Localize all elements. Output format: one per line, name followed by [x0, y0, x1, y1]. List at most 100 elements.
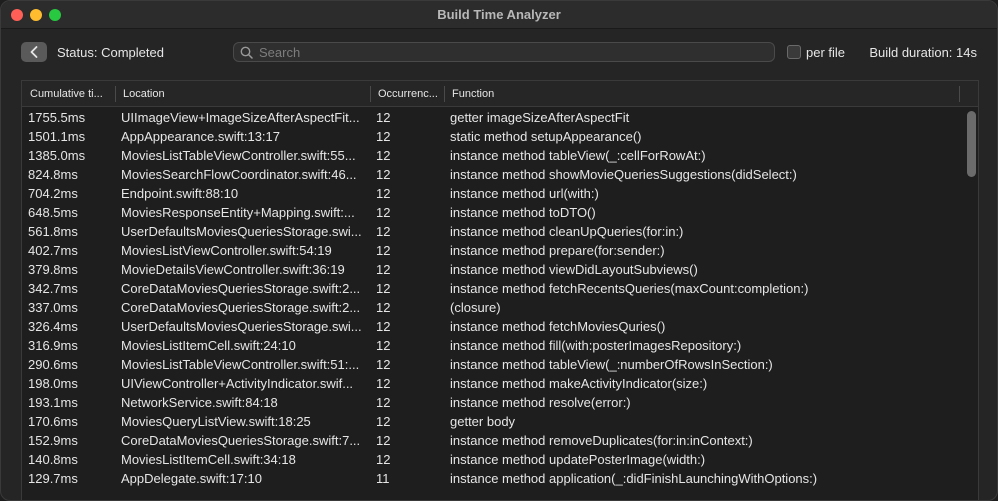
location-cell: CoreDataMoviesQueriesStorage.swift:7...: [121, 433, 361, 448]
column-header-occurrences[interactable]: Occurrenc...: [370, 81, 444, 107]
function-cell: instance method application(_:didFinishL…: [450, 471, 818, 486]
cumulative-time-cell: 129.7ms: [28, 471, 78, 486]
table-row[interactable]: 1385.0ms MoviesListTableViewController.sw…: [22, 146, 962, 165]
location-cell: CoreDataMoviesQueriesStorage.swift:2...: [121, 300, 361, 315]
occurrences-cell: 12: [376, 414, 391, 429]
back-button[interactable]: [21, 42, 47, 62]
cumulative-time-cell: 1501.1ms: [28, 129, 86, 144]
column-divider[interactable]: [959, 86, 960, 102]
cumulative-time-cell: 379.8ms: [28, 262, 78, 277]
occurrences-cell: 12: [376, 224, 391, 239]
column-header-function[interactable]: Function: [444, 81, 959, 107]
chevron-left-icon: [30, 46, 38, 58]
occurrences-cell: 12: [376, 110, 391, 125]
location-cell: MoviesListItemCell.swift:34:18: [121, 452, 296, 467]
search-input[interactable]: [259, 43, 769, 61]
column-header-cumulative-time[interactable]: Cumulative ti...: [22, 81, 115, 107]
location-cell: MovieDetailsViewController.swift:36:19: [121, 262, 345, 277]
function-cell: instance method prepare(for:sender:): [450, 243, 665, 258]
status-label: Status: Completed: [57, 45, 164, 60]
location-cell: CoreDataMoviesQueriesStorage.swift:2...: [121, 281, 361, 296]
cumulative-time-cell: 170.6ms: [28, 414, 78, 429]
occurrences-cell: 12: [376, 452, 391, 467]
app-window: Build Time Analyzer Status: Completed pe…: [0, 0, 998, 501]
table-row[interactable]: 170.6ms MoviesQueryListView.swift:18:25 12…: [22, 412, 962, 431]
location-cell: UIImageView+ImageSizeAfterAspectFit...: [121, 110, 360, 125]
table-row[interactable]: 129.7ms AppDelegate.swift:17:10 11 instance…: [22, 469, 962, 488]
cumulative-time-cell: 561.8ms: [28, 224, 78, 239]
occurrences-cell: 12: [376, 395, 391, 410]
cumulative-time-cell: 648.5ms: [28, 205, 78, 220]
magnifier-icon: [240, 46, 253, 59]
results-table: Cumulative ti... Location Occurrenc... F…: [21, 80, 979, 500]
table-row[interactable]: 290.6ms MoviesListTableViewController.swi…: [22, 355, 962, 374]
function-cell: instance method resolve(error:): [450, 395, 631, 410]
occurrences-cell: 12: [376, 281, 391, 296]
table-row[interactable]: 704.2ms Endpoint.swift:88:10 12 instance me…: [22, 184, 962, 203]
function-cell: instance method url(with:): [450, 186, 599, 201]
occurrences-cell: 12: [376, 205, 391, 220]
location-cell: MoviesListItemCell.swift:24:10: [121, 338, 296, 353]
table-header: Cumulative ti... Location Occurrenc... F…: [22, 81, 978, 107]
table-row[interactable]: 824.8ms MoviesSearchFlowCoordinator.swift…: [22, 165, 962, 184]
location-cell: AppAppearance.swift:13:17: [121, 129, 280, 144]
table-row[interactable]: 379.8ms MovieDetailsViewController.swift:…: [22, 260, 962, 279]
column-header-location[interactable]: Location: [115, 81, 370, 107]
table-row[interactable]: 152.9ms CoreDataMoviesQueriesStorage.swif…: [22, 431, 962, 450]
table-row[interactable]: 1501.1ms AppAppearance.swift:13:17 12 stati…: [22, 127, 962, 146]
toolbar: Status: Completed per file Build duratio…: [1, 30, 997, 76]
cumulative-time-cell: 198.0ms: [28, 376, 78, 391]
vertical-scrollbar-thumb[interactable]: [967, 111, 976, 177]
table-row[interactable]: 140.8ms MoviesListItemCell.swift:34:18 12 i…: [22, 450, 962, 469]
function-cell: instance method tableView(_:numberOfRows…: [450, 357, 773, 372]
table-row[interactable]: 1755.5ms UIImageView+ImageSizeAfterAspect…: [22, 108, 962, 127]
cumulative-time-cell: 402.7ms: [28, 243, 78, 258]
function-cell: instance method toDTO(): [450, 205, 596, 220]
function-cell: instance method tableView(_:cellForRowAt…: [450, 148, 706, 163]
occurrences-cell: 12: [376, 300, 391, 315]
location-cell: UIViewController+ActivityIndicator.swif.…: [121, 376, 354, 391]
table-row[interactable]: 648.5ms MoviesResponseEntity+Mapping.swif…: [22, 203, 962, 222]
cumulative-time-cell: 290.6ms: [28, 357, 78, 372]
table-row[interactable]: 193.1ms NetworkService.swift:84:18 12 insta…: [22, 393, 962, 412]
cumulative-time-cell: 140.8ms: [28, 452, 78, 467]
cumulative-time-cell: 1385.0ms: [28, 148, 86, 163]
search-field[interactable]: [233, 42, 775, 62]
table-row[interactable]: 342.7ms CoreDataMoviesQueriesStorage.swif…: [22, 279, 962, 298]
occurrences-cell: 12: [376, 319, 391, 334]
table-body: 1755.5ms UIImageView+ImageSizeAfterAspect…: [22, 108, 962, 488]
cumulative-time-cell: 326.4ms: [28, 319, 78, 334]
location-cell: AppDelegate.swift:17:10: [121, 471, 262, 486]
function-cell: getter body: [450, 414, 516, 429]
function-cell: getter imageSizeAfterAspectFit: [450, 110, 630, 125]
per-file-label[interactable]: per file: [806, 45, 845, 60]
function-cell: instance method viewDidLayoutSubviews(): [450, 262, 698, 277]
occurrences-cell: 12: [376, 167, 391, 182]
cumulative-time-cell: 1755.5ms: [28, 110, 86, 125]
cumulative-time-cell: 824.8ms: [28, 167, 78, 182]
location-cell: Endpoint.swift:88:10: [121, 186, 239, 201]
occurrences-cell: 12: [376, 376, 391, 391]
table-row[interactable]: 198.0ms UIViewController+ActivityIndicato…: [22, 374, 962, 393]
occurrences-cell: 12: [376, 129, 391, 144]
function-cell: instance method fetchRecentsQueries(maxC…: [450, 281, 809, 296]
table-row[interactable]: 561.8ms UserDefaultsMoviesQueriesStorage.…: [22, 222, 962, 241]
per-file-checkbox[interactable]: [787, 45, 801, 59]
function-cell: instance method fill(with:posterImagesRe…: [450, 338, 742, 353]
occurrences-cell: 12: [376, 148, 391, 163]
location-cell: NetworkService.swift:84:18: [121, 395, 278, 410]
table-row[interactable]: 316.9ms MoviesListItemCell.swift:24:10 12 i…: [22, 336, 962, 355]
function-cell: instance method removeDuplicates(for:in:…: [450, 433, 753, 448]
location-cell: UserDefaultsMoviesQueriesStorage.swi...: [121, 224, 362, 239]
location-cell: MoviesListViewController.swift:54:19: [121, 243, 332, 258]
location-cell: MoviesResponseEntity+Mapping.swift:...: [121, 205, 355, 220]
location-cell: MoviesQueryListView.swift:18:25: [121, 414, 311, 429]
cumulative-time-cell: 193.1ms: [28, 395, 78, 410]
function-cell: instance method updatePosterImage(width:…: [450, 452, 706, 467]
table-row[interactable]: 337.0ms CoreDataMoviesQueriesStorage.swif…: [22, 298, 962, 317]
cumulative-time-cell: 316.9ms: [28, 338, 78, 353]
build-duration: Build duration: 14s: [869, 45, 977, 60]
table-row[interactable]: 326.4ms UserDefaultsMoviesQueriesStorage.…: [22, 317, 962, 336]
cumulative-time-cell: 337.0ms: [28, 300, 78, 315]
table-row[interactable]: 402.7ms MoviesListViewController.swift:54…: [22, 241, 962, 260]
